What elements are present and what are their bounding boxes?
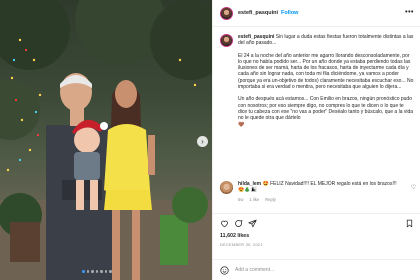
caption-emoji: 🤎 [238,121,245,128]
post-caption: estefi_pasquini Sin lugar a duda estas f… [220,34,416,164]
comment-item: hilda_lem 🤩 FELIZ Navidad!!!! EL MEJOR r… [220,181,416,203]
caption-paragraph: Un año después acá estamos... Con Emilio… [238,96,414,122]
post-side-panel: estefi_pasquini Follow ••• estefi_pasqui… [212,0,420,280]
comment-composer: Add a comment... [213,259,420,280]
caption-paragraph: El 24 a la noche del año anterior me aga… [238,52,414,91]
author-username[interactable]: estefi_pasquini [238,10,278,16]
follow-button[interactable]: Follow [281,10,298,16]
action-bar [213,213,420,228]
bookmark-icon[interactable] [405,219,414,228]
carousel-dot [109,270,112,273]
more-options-icon[interactable]: ••• [405,9,414,16]
avatar[interactable] [220,34,233,47]
comment-icon[interactable] [234,219,243,228]
next-arrow-icon[interactable]: › [197,136,208,147]
carousel-dot [104,270,107,273]
avatar[interactable] [220,181,233,194]
comment-heart-icon[interactable]: ♡ [411,184,416,191]
reply-button[interactable]: Reply [265,197,276,203]
share-icon[interactable] [248,219,257,228]
caption-username[interactable]: estefi_pasquini [238,34,274,40]
post-header: estefi_pasquini Follow ••• [213,0,420,27]
emoji-icon[interactable] [220,265,229,275]
post-date[interactable]: DECEMBER 30, 2021 [220,242,263,247]
avatar[interactable] [220,6,233,20]
carousel-dot [95,270,98,273]
carousel-dot [82,270,85,273]
carousel-dot [91,270,94,273]
carousel-dots [82,270,112,273]
likes-count[interactable]: 11,602 likes [220,233,249,239]
comment-time: 5w [238,196,244,202]
heart-icon[interactable] [220,219,229,228]
comment-likes[interactable]: 1 like [249,197,259,203]
carousel-dot [86,270,89,273]
photo-illustration [0,0,212,280]
comment-input[interactable]: Add a comment... [235,267,274,273]
carousel-dot [100,270,103,273]
comment-text: 🤩 FELIZ Navidad!!!! EL MEJOR regalo está… [238,181,397,194]
post-photo[interactable]: › [0,0,212,280]
instagram-post-modal: › estefi_pasquini Follow ••• estefi_pasq… [0,0,420,280]
